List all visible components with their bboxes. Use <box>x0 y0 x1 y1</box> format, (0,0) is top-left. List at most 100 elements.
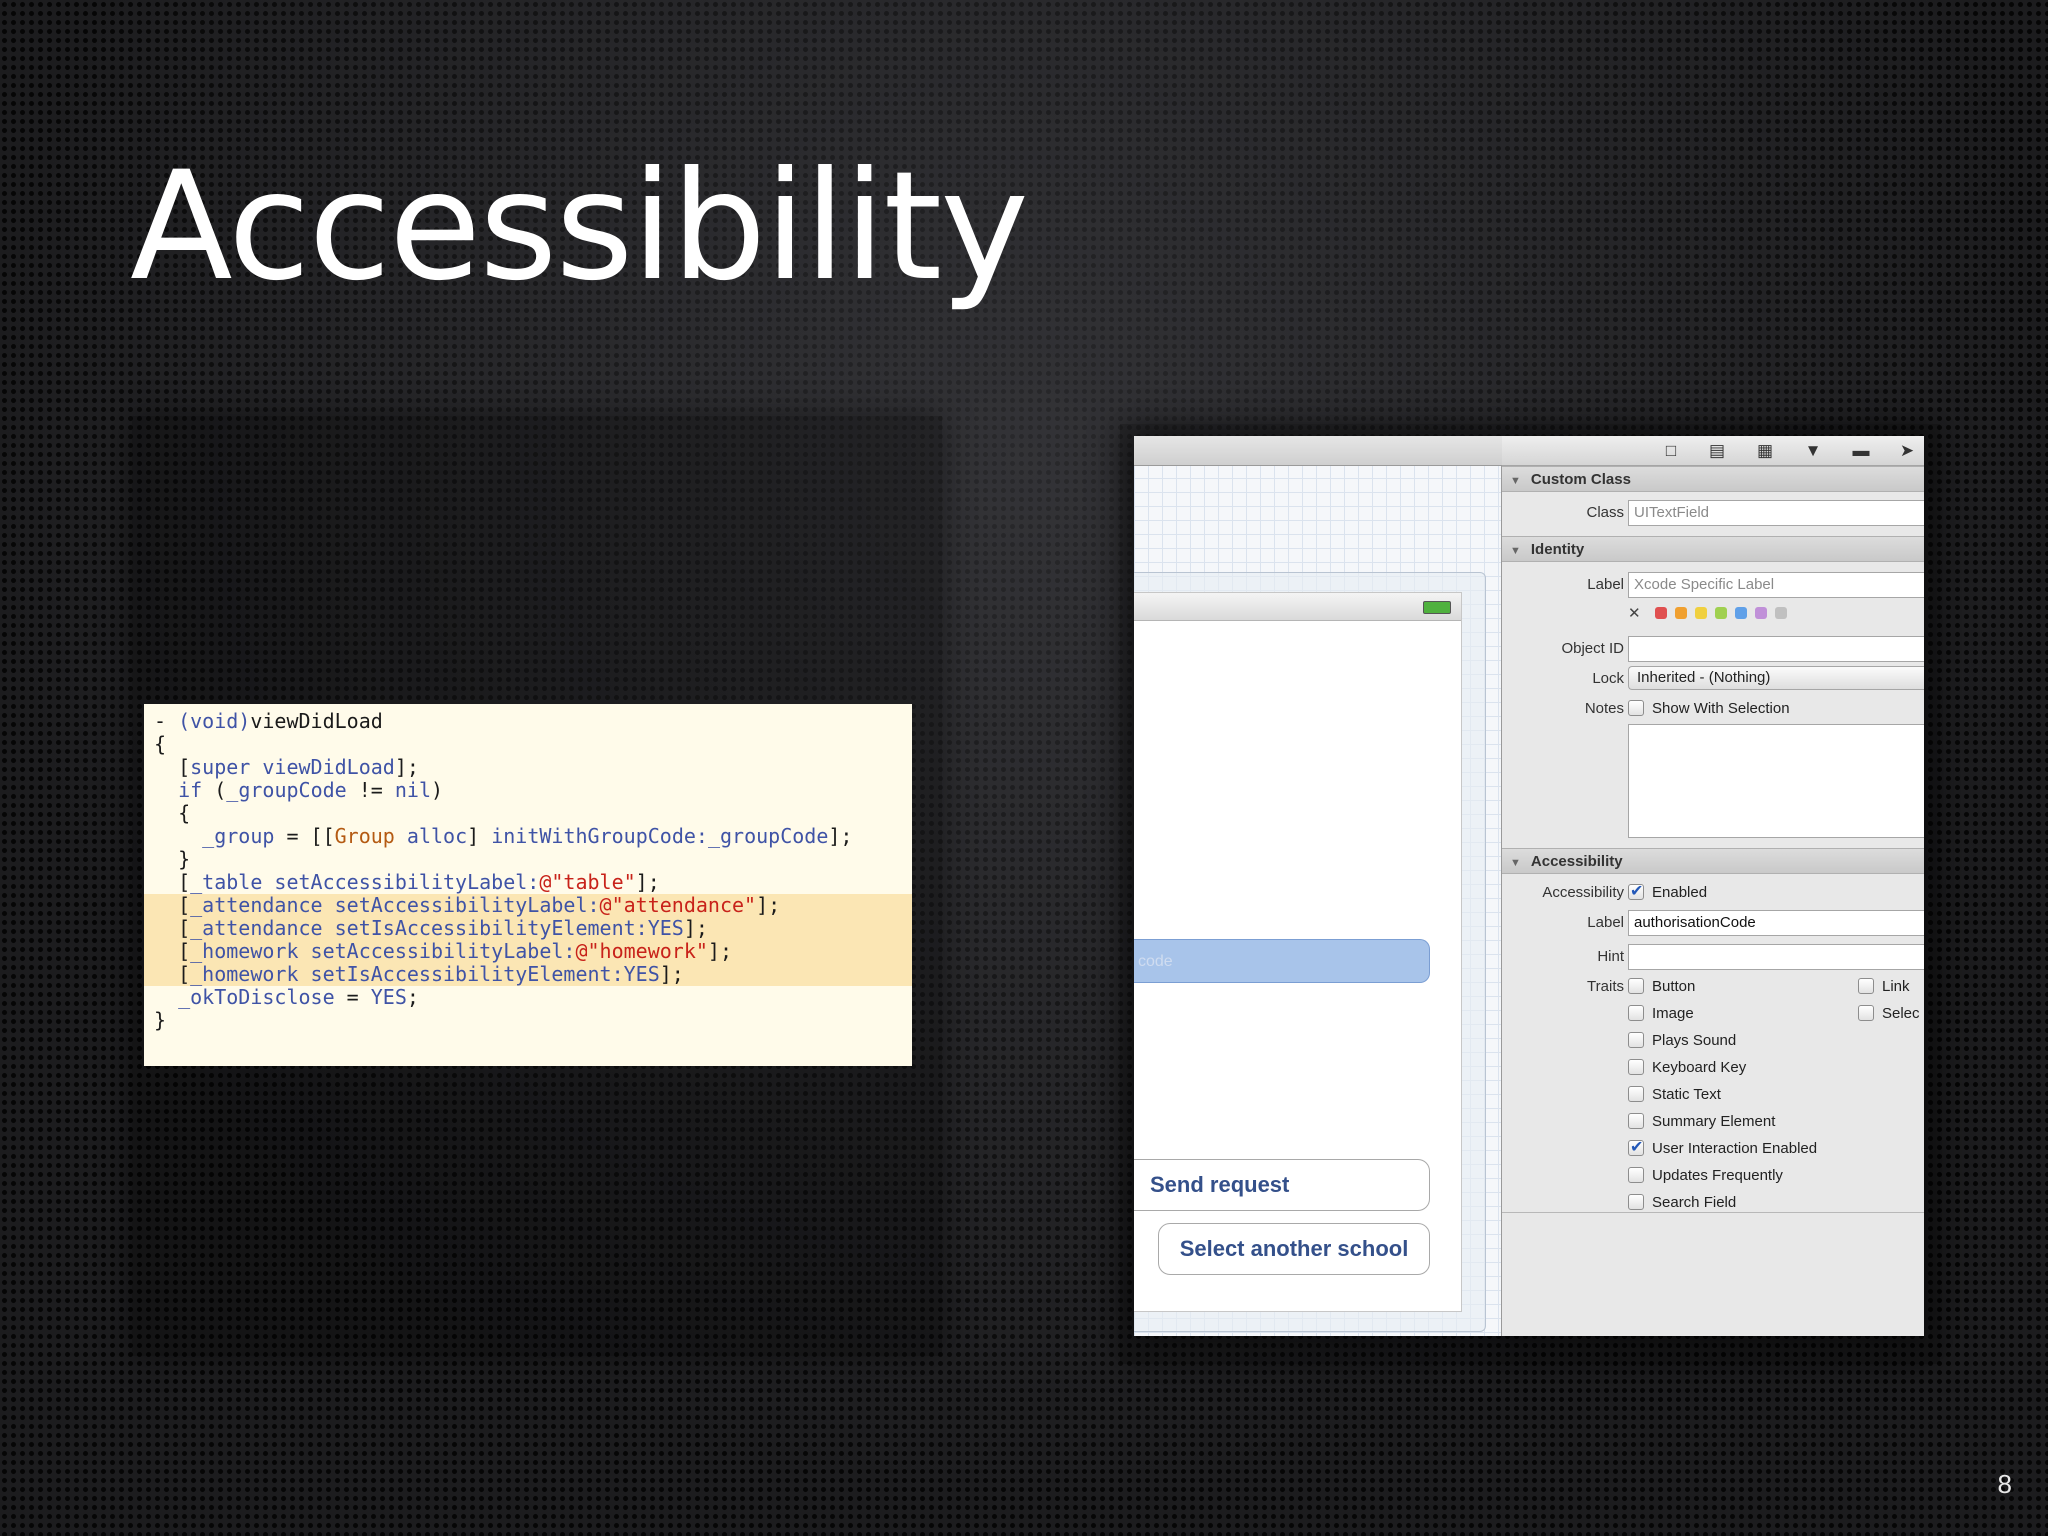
code-token: [ <box>154 962 191 986</box>
checkbox[interactable] <box>1858 1005 1874 1021</box>
accessibility-hint-label: Hint <box>1597 948 1624 965</box>
accessibility-header-label: Accessibility <box>1530 853 1623 870</box>
accessibility-label-field[interactable]: authorisationCode <box>1628 910 1924 936</box>
checkbox[interactable] <box>1628 700 1644 716</box>
label-color-row: ✕ <box>1502 600 1924 630</box>
code-token: setIsAccessibilityElement: <box>310 962 624 986</box>
custom-class-section-header[interactable]: ▼ Custom Class <box>1502 466 1924 492</box>
lock-popup[interactable]: Inherited - (Nothing) <box>1628 666 1924 690</box>
code-line: [super viewDidLoad]; <box>144 756 912 779</box>
quick-help-icon[interactable]: ▤ <box>1708 442 1726 460</box>
code-token: _groupCode <box>226 778 347 802</box>
class-field[interactable]: UITextField <box>1628 500 1924 526</box>
label-color-swatch[interactable] <box>1734 607 1747 619</box>
trait-checkbox[interactable]: User Interaction Enabled <box>1628 1137 1818 1157</box>
custom-class-header-label: Custom Class <box>1530 471 1631 488</box>
code-token: setAccessibilityLabel: <box>310 939 576 963</box>
trait-checkbox[interactable]: Summary Element <box>1628 1113 1775 1130</box>
checkbox[interactable] <box>1628 1032 1644 1048</box>
label-color-swatch[interactable] <box>1674 607 1687 619</box>
trait-label: Button <box>1652 978 1696 995</box>
trait-checkbox[interactable]: Keyboard Key <box>1628 1059 1746 1076</box>
xcode-screenshot: code Send request Select another school … <box>1134 436 1924 1336</box>
checkbox[interactable] <box>1628 1194 1644 1210</box>
connections-icon[interactable]: ➤ <box>1898 442 1916 460</box>
disclosure-triangle-icon[interactable]: ▼ <box>1510 857 1521 869</box>
code-token: if <box>178 778 203 802</box>
clear-color-icon[interactable]: ✕ <box>1628 604 1641 622</box>
checkbox[interactable] <box>1628 1005 1644 1021</box>
code-token: != <box>346 778 395 802</box>
view-controller-view[interactable]: code Send request Select another school <box>1134 592 1462 1312</box>
code-token: @"attendance" <box>599 893 757 917</box>
label-color-swatch[interactable] <box>1694 607 1707 619</box>
trait-checkbox[interactable]: Link <box>1858 978 1910 995</box>
code-token: alloc <box>406 824 468 848</box>
file-icon[interactable]: □ <box>1662 442 1680 460</box>
label-color-swatch[interactable] <box>1654 607 1667 619</box>
trait-checkbox[interactable]: Image <box>1628 1005 1694 1022</box>
accessibility-section-header[interactable]: ▼ Accessibility <box>1502 848 1924 874</box>
xcode-label-field[interactable]: Xcode Specific Label <box>1628 572 1924 598</box>
trait-checkbox[interactable]: Search Field <box>1628 1194 1736 1211</box>
checkbox-checked[interactable] <box>1628 1137 1644 1157</box>
code-token: ( <box>202 778 227 802</box>
trait-checkbox[interactable]: Plays Sound <box>1628 1032 1736 1049</box>
checkbox[interactable] <box>1628 1167 1644 1183</box>
object-id-row: Object ID <box>1502 634 1924 664</box>
trait-checkbox[interactable]: Button <box>1628 978 1695 995</box>
slide-title: Accessibility <box>130 140 1029 314</box>
select-another-school-button[interactable]: Select another school <box>1158 1223 1430 1275</box>
trait-label: Updates Frequently <box>1652 1167 1783 1184</box>
checkbox[interactable] <box>1628 1113 1644 1129</box>
checkbox[interactable] <box>1628 1059 1644 1075</box>
trait-checkbox[interactable]: Selec <box>1858 1005 1920 1022</box>
send-request-button[interactable]: Send request <box>1134 1159 1430 1211</box>
trait-checkbox[interactable]: Static Text <box>1628 1086 1721 1103</box>
trait-checkbox[interactable]: Updates Frequently <box>1628 1167 1783 1184</box>
notes-text-area[interactable] <box>1628 724 1924 838</box>
code-token: _groupCode <box>707 824 829 848</box>
code-token: } <box>154 1008 167 1032</box>
code-token: _table <box>190 870 263 894</box>
identity-icon[interactable]: ▦ <box>1756 442 1774 460</box>
accessibility-hint-field[interactable] <box>1628 944 1924 970</box>
code-line: _okToDisclose = YES; <box>144 986 912 1009</box>
code-token: ; <box>406 985 419 1009</box>
disclosure-triangle-icon[interactable]: ▼ <box>1510 475 1521 487</box>
storyboard-canvas[interactable]: code Send request Select another school <box>1134 436 1502 1336</box>
checkbox-checked[interactable] <box>1628 881 1644 901</box>
code-token: [ <box>154 893 191 917</box>
checkbox[interactable] <box>1628 1086 1644 1102</box>
label-color-swatch[interactable] <box>1714 607 1727 619</box>
accessibility-enabled-row: Accessibility Enabled <box>1502 878 1924 908</box>
attributes-icon[interactable]: ▼ <box>1804 442 1822 460</box>
show-with-selection-checkbox[interactable]: Show With Selection <box>1628 700 1790 717</box>
notes-area-row <box>1502 724 1924 844</box>
size-icon[interactable]: ▬ <box>1852 442 1870 460</box>
code-token: YES <box>623 962 660 986</box>
trait-label: Selec <box>1882 1005 1920 1022</box>
class-row: Class UITextField <box>1502 498 1924 528</box>
object-id-field[interactable] <box>1628 636 1924 662</box>
code-line: - (void)viewDidLoad <box>144 710 912 733</box>
code-token: ]; <box>756 893 781 917</box>
disclosure-triangle-icon[interactable]: ▼ <box>1510 545 1521 557</box>
label-color-swatch[interactable] <box>1754 607 1767 619</box>
trait-label: User Interaction Enabled <box>1652 1140 1818 1157</box>
identity-section-header[interactable]: ▼ Identity <box>1502 536 1924 562</box>
accessibility-label: Accessibility <box>1542 884 1624 901</box>
notes-label: Notes <box>1584 700 1624 717</box>
code-token: @"table" <box>539 870 636 894</box>
label-color-swatch[interactable] <box>1774 607 1787 619</box>
accessibility-enabled-checkbox[interactable]: Enabled <box>1628 881 1707 901</box>
checkbox[interactable] <box>1628 978 1644 994</box>
checkbox[interactable] <box>1858 978 1874 994</box>
code-line: } <box>144 1009 912 1032</box>
code-token: [ <box>154 916 191 940</box>
authorisation-code-text-field[interactable]: code <box>1134 939 1430 983</box>
code-token: ]; <box>707 939 732 963</box>
